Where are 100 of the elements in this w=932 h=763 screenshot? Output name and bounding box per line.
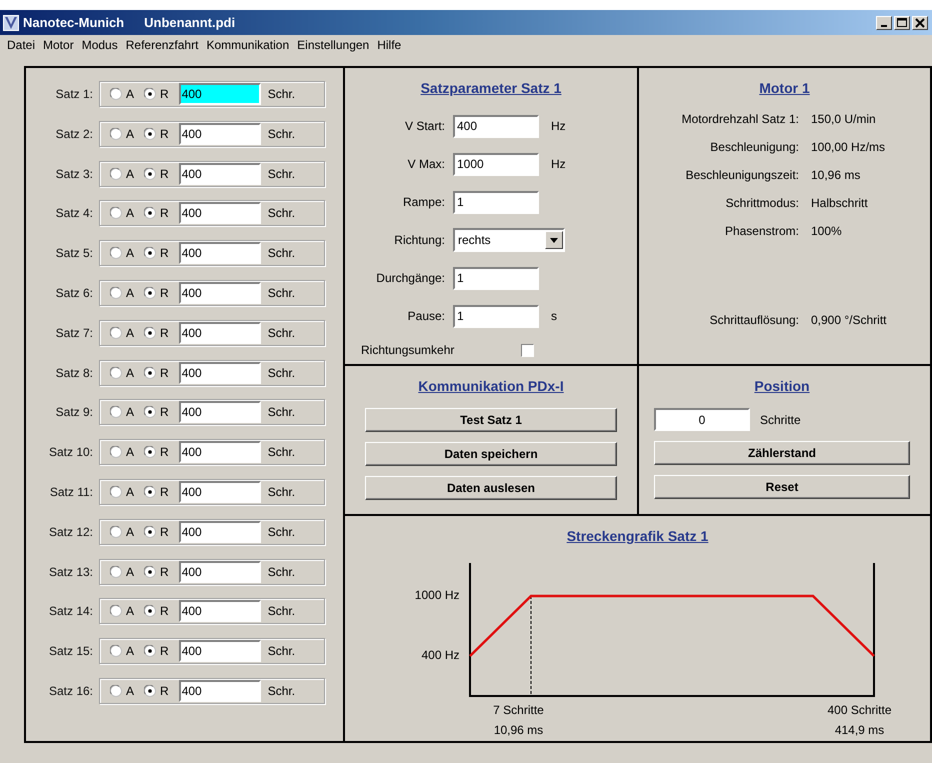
radio-label: R [160,366,169,380]
radio-button[interactable] [144,486,156,498]
action-button[interactable]: Reset [654,475,910,499]
position-field[interactable]: 0 [654,408,750,431]
unit-label: Schr. [268,126,296,141]
steps-input[interactable]: 400 [178,162,261,185]
app-logo-icon [3,14,19,30]
radio-button[interactable] [110,645,122,658]
steps-input[interactable]: 400 [178,362,261,384]
steps-input[interactable]: 400 [178,401,261,424]
radio-button[interactable] [110,168,122,180]
radio-label: R [160,524,169,539]
axis-label: 414,9 ms [834,723,884,737]
info-label: Motordrehzahl Satz 1: [680,112,799,126]
radio-button[interactable] [110,566,122,578]
radio-button[interactable] [144,168,156,180]
radio-button[interactable] [144,645,156,658]
axis-label: 400 Schritte [827,703,892,717]
radio-button[interactable] [144,207,156,220]
radio-button[interactable] [110,526,122,538]
axis-label: 10,96 ms [494,723,544,737]
row-label: Satz 14: [48,604,94,618]
menu-item[interactable]: Referenzfahrt [122,38,202,52]
radio-button[interactable] [144,446,156,458]
radio-button[interactable] [110,88,122,100]
radio-label: A [126,445,134,460]
radio-button[interactable] [110,406,122,418]
radio-button[interactable] [144,605,156,618]
unit-label: Schr. [268,166,296,181]
radio-button[interactable] [110,605,122,618]
radio-label: A [126,166,134,181]
field-label: V Max: [406,157,446,171]
radio-button[interactable] [144,684,156,697]
text-field[interactable]: 1000 [453,152,539,176]
radio-button[interactable] [110,446,122,458]
radio-button[interactable] [110,486,122,498]
text-field[interactable]: 1 [453,304,539,328]
menu-item[interactable]: Hilfe [373,38,406,52]
radio-button[interactable] [110,207,122,220]
radio-label: R [160,246,169,260]
radio-button[interactable] [110,286,122,299]
steps-input[interactable]: 400 [178,83,261,105]
action-button[interactable]: Zählerstand [654,441,910,465]
menu-item[interactable]: Kommunikation [202,38,294,52]
checkbox-label: Richtungsumkehr [361,343,456,357]
unit-label: Schr. [268,405,296,420]
steps-input[interactable]: 400 [178,242,261,264]
menu-item[interactable]: Datei [3,38,40,52]
direction-dropdown[interactable]: rechts [453,228,565,252]
radio-button[interactable] [144,526,156,538]
steps-input[interactable]: 400 [178,560,261,583]
minimize-icon [881,24,887,26]
radio-button[interactable] [110,366,122,379]
text-field[interactable]: 1 [453,190,539,214]
steps-input[interactable]: 400 [178,202,261,224]
radio-button[interactable] [144,247,156,260]
radio-button[interactable] [144,88,156,100]
steps-input[interactable]: 400 [178,282,261,304]
steps-input[interactable]: 400 [178,680,261,702]
unit-label: Schr. [268,366,296,380]
row-label: Satz 9: [54,405,94,420]
section-title: Position [754,377,810,396]
action-button[interactable]: Daten speichern [365,442,617,466]
radio-button[interactable] [144,286,156,299]
steps-input[interactable]: 400 [178,322,261,344]
steps-input[interactable]: 400 [178,441,261,464]
radio-button[interactable] [110,326,122,339]
close-button[interactable] [912,16,928,30]
menu-item[interactable]: Modus [78,38,122,52]
radio-label: A [126,484,134,499]
text-field[interactable]: 400 [453,114,539,138]
menu-item[interactable]: Einstellungen [293,38,374,52]
checkbox[interactable] [521,344,534,356]
maximize-button[interactable] [894,16,910,30]
section-title: Streckengrafik Satz 1 [566,527,708,546]
section-title: Kommunikation PDx-I [418,377,564,396]
radio-label: R [160,405,169,420]
radio-label: A [126,87,134,101]
info-value: 100,00 Hz/ms [811,140,886,154]
radio-button[interactable] [110,128,122,140]
steps-input[interactable]: 400 [178,640,261,662]
radio-button[interactable] [144,566,156,578]
radio-button[interactable] [144,366,156,379]
action-button[interactable]: Test Satz 1 [365,408,617,432]
steps-input[interactable]: 400 [178,520,261,543]
minimize-button[interactable] [876,16,892,30]
radio-label: R [160,445,169,460]
radio-button[interactable] [144,406,156,418]
radio-label: R [160,87,169,101]
menu-item[interactable]: Motor [39,38,78,52]
action-button[interactable]: Daten auslesen [365,476,617,500]
steps-input[interactable]: 400 [178,122,261,145]
radio-button[interactable] [110,247,122,260]
radio-button[interactable] [144,128,156,140]
row-label: Satz 1: [54,87,94,101]
steps-input[interactable]: 400 [178,600,261,622]
steps-input[interactable]: 400 [178,480,261,503]
text-field[interactable]: 1 [453,266,539,290]
radio-button[interactable] [144,326,156,339]
radio-button[interactable] [110,684,122,697]
